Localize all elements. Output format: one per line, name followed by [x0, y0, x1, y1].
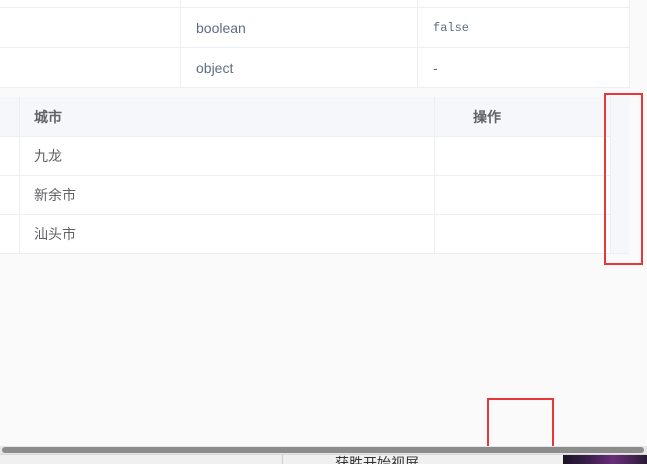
highlight-box-gutter	[604, 93, 643, 265]
thumbnail-image[interactable]	[563, 455, 647, 464]
table-row: boolean false	[0, 8, 629, 48]
table-row[interactable]: 新余市	[0, 176, 629, 215]
param-cell	[0, 48, 181, 87]
header-cell-ops: 操作	[473, 108, 501, 125]
param-cell	[0, 8, 181, 47]
city-cell: 新余市	[20, 176, 435, 214]
scrollbar-thumb[interactable]	[2, 447, 644, 453]
horizontal-scrollbar[interactable]	[0, 446, 647, 454]
type-cell: boolean	[181, 8, 418, 47]
attributes-table: boolean false object -	[0, 0, 630, 88]
footer-bar: 获胜开始视屏	[0, 454, 647, 464]
ops-cell	[435, 176, 629, 214]
default-cell: -	[433, 59, 438, 76]
city-cell: 九龙	[20, 137, 435, 175]
page: boolean false object - 城市 操作 九龙 新余市 汕头市	[0, 0, 647, 464]
demo-data-table: 城市 操作 九龙 新余市 汕头市	[0, 97, 629, 254]
table-header-row: 城市 操作	[0, 97, 629, 137]
footer-button[interactable]: 获胜开始视屏	[282, 455, 563, 464]
default-cell: false	[433, 20, 470, 35]
table-row	[0, 0, 629, 8]
ops-cell	[435, 137, 629, 175]
ops-cell	[435, 215, 629, 253]
table-row[interactable]: 汕头市	[0, 215, 629, 253]
header-cell-first	[0, 97, 20, 136]
table-row: object -	[0, 48, 629, 88]
footer-button-label: 获胜开始视屏	[335, 455, 419, 464]
table-row[interactable]: 九龙	[0, 137, 629, 176]
header-cell-city: 城市	[20, 97, 435, 136]
city-cell: 汕头市	[20, 215, 435, 253]
type-cell: object	[181, 48, 418, 87]
